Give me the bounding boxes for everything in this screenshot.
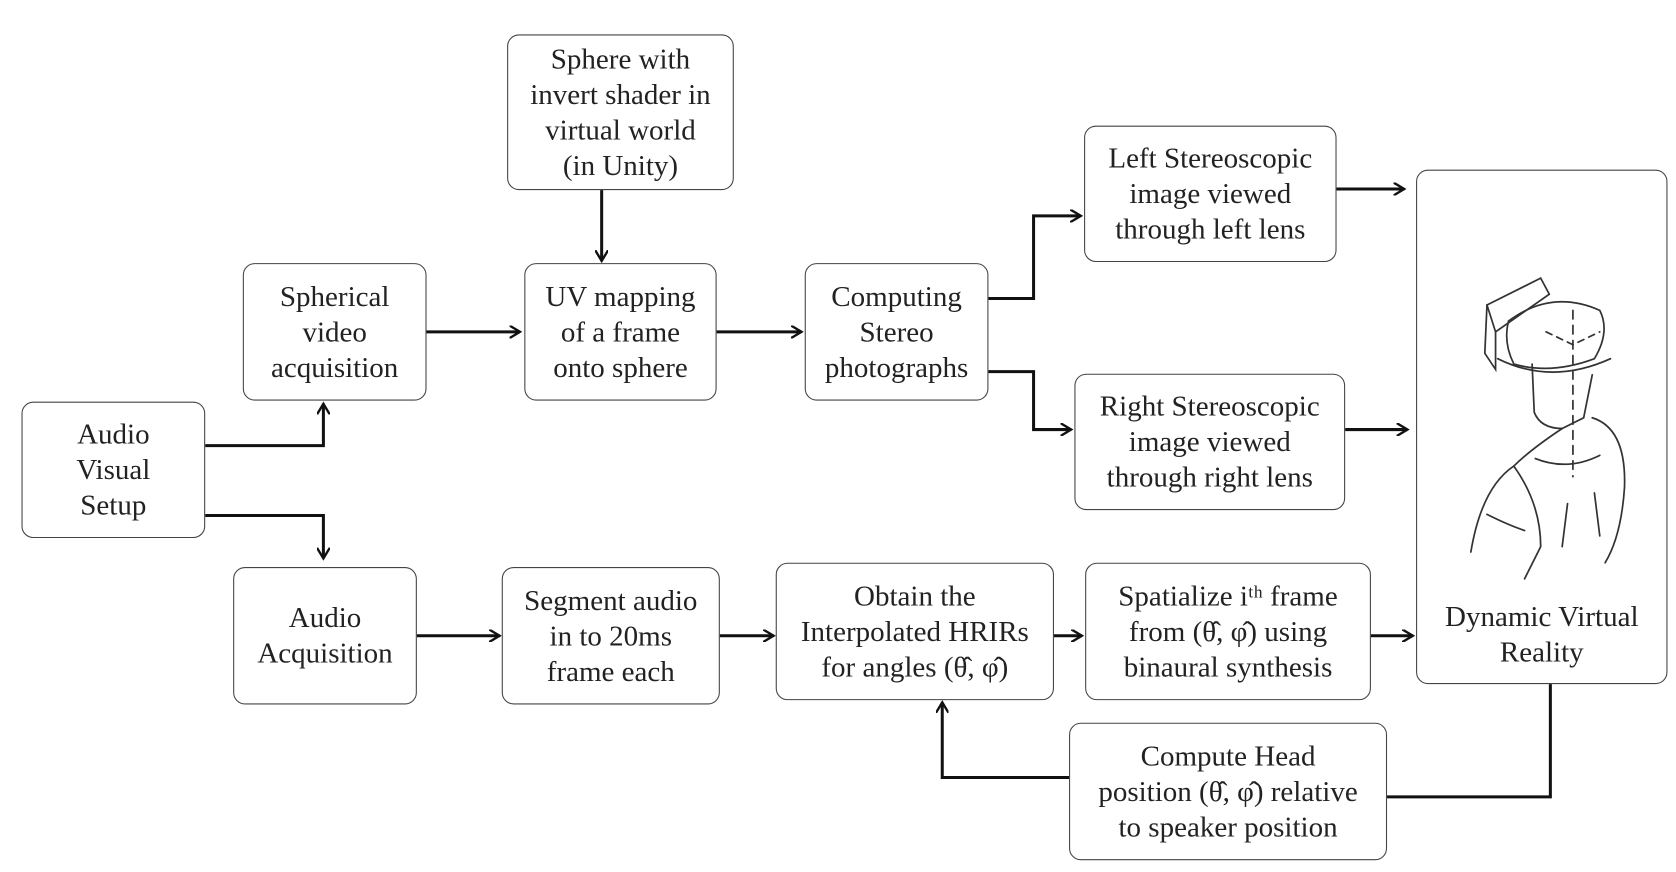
node-text: through left lens: [1115, 212, 1306, 245]
node-text: Setup: [80, 488, 147, 521]
node-text: Audio: [288, 601, 362, 634]
flow-diagram: Sphere with invert shader in virtual wor…: [0, 0, 1676, 872]
node-text: position (θ̂, φ̂) relative: [1098, 774, 1358, 808]
node-text: Right Stereoscopic: [1099, 389, 1320, 423]
node-text: image viewed: [1129, 177, 1292, 210]
arrow-head-to-obtain: [942, 702, 1070, 780]
node-text: in to 20ms: [549, 619, 673, 652]
node-text: Reality: [1499, 635, 1584, 668]
node-dynamic-vr: Dynamic Virtual Reality: [1416, 169, 1668, 685]
node-text: onto sphere: [553, 350, 688, 383]
node-uv-mapping: UV mapping of a frame onto sphere: [524, 263, 717, 401]
arrow-av-to-audio: [205, 513, 323, 558]
node-text: Spherical: [279, 279, 390, 312]
node-text: Visual: [76, 453, 151, 486]
node-text: Obtain the: [854, 579, 976, 612]
node-text: binaural synthesis: [1123, 650, 1333, 683]
node-text: Interpolated HRIRs: [800, 614, 1029, 648]
node-text: Compute Head: [1140, 739, 1316, 772]
node-text: Segment audio: [524, 583, 698, 616]
arrow-stereo-to-left: [988, 216, 1080, 301]
arrow-av-to-video: [205, 404, 323, 448]
node-spherical-video: Spherical video acquisition: [242, 263, 427, 401]
node-text: from (θ̂, φ̂) using: [1128, 614, 1328, 648]
node-text: to speaker position: [1118, 810, 1338, 843]
node-text: Audio: [77, 417, 150, 450]
node-computing-stereo: Computing Stereo photographs: [804, 263, 989, 401]
node-audio-acquisition: Audio Acquisition: [233, 567, 417, 705]
line-dvr-to-head: [1387, 684, 1552, 799]
node-segment-audio: Segment audio in to 20ms frame each: [501, 567, 720, 705]
node-text: Spatialize iᵗʰ frame: [1118, 579, 1338, 612]
node-text: virtual world: [545, 113, 696, 146]
node-text: UV mapping: [545, 279, 696, 312]
node-text: for angles (θ̂, φ̂): [821, 650, 1009, 683]
node-sphere: Sphere with invert shader in virtual wor…: [507, 34, 734, 191]
node-text: of a frame: [560, 315, 681, 348]
node-text: Acquisition: [257, 636, 393, 670]
arrow-stereo-to-right: [988, 370, 1071, 430]
node-text: Sphere with: [550, 42, 691, 75]
node-text: photographs: [824, 350, 969, 383]
node-right-stereo: Right Stereoscopic image viewed through …: [1074, 373, 1346, 511]
node-obtain-hrirs: Obtain the Interpolated HRIRs for angles…: [775, 562, 1054, 701]
node-text: video: [302, 315, 367, 348]
node-text: through right lens: [1106, 460, 1313, 493]
node-left-stereo: Left Stereoscopic image viewed through l…: [1084, 125, 1337, 263]
node-compute-head: Compute Head position (θ̂, φ̂) relative …: [1069, 722, 1388, 861]
node-text: Stereo: [859, 315, 934, 348]
vr-headset-person-illustration: [1469, 276, 1626, 580]
node-text: (in Unity): [562, 148, 679, 181]
node-spatialize: Spatialize iᵗʰ frame from (θ̂, φ̂) using…: [1085, 562, 1371, 701]
node-text: invert shader in: [530, 77, 711, 111]
node-text: frame each: [546, 654, 675, 687]
node-text: Computing: [831, 279, 962, 312]
node-text: image viewed: [1128, 425, 1291, 458]
node-text: acquisition: [271, 350, 399, 383]
node-av-setup: Audio Visual Setup: [21, 401, 206, 539]
node-text: Left Stereoscopic: [1108, 141, 1313, 174]
